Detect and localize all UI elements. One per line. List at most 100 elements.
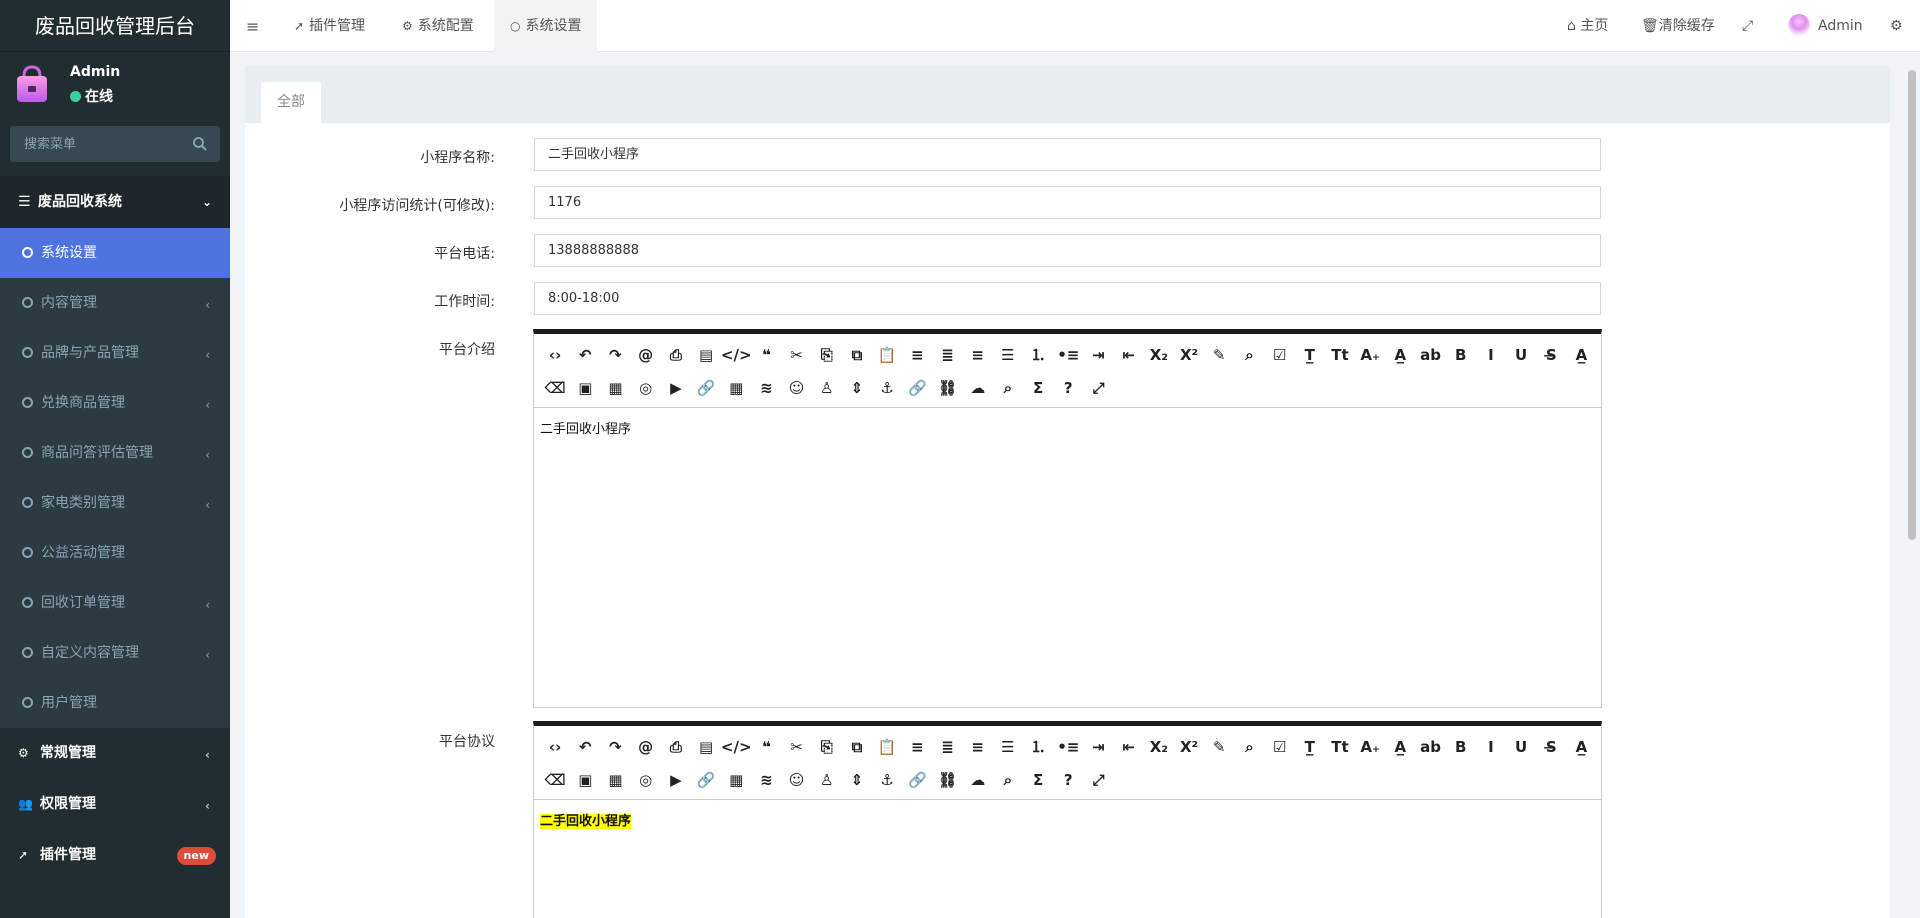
unordered-list-icon[interactable]: •≡ <box>1053 341 1083 369</box>
stamp-icon[interactable]: ♙ <box>812 766 842 794</box>
page-break-icon[interactable]: ⇕ <box>842 374 872 402</box>
paste-icon[interactable]: 📋 <box>872 733 902 761</box>
emoji-icon[interactable]: ☺ <box>782 766 812 794</box>
font-size-icon[interactable]: Tt <box>1325 733 1355 761</box>
copy-icon[interactable]: ⎘ <box>812 733 842 761</box>
align-right-icon[interactable]: ≡ <box>963 733 993 761</box>
search-icon[interactable]: ⌕ <box>993 374 1023 402</box>
page-scrollbar[interactable] <box>1908 66 1916 918</box>
sidebar-item-charity[interactable]: 公益活动管理 <box>0 528 230 578</box>
indent-icon[interactable]: ⇥ <box>1083 341 1113 369</box>
help-icon[interactable]: ? <box>1053 374 1083 402</box>
undo-icon[interactable]: ↶ <box>570 733 600 761</box>
images-icon[interactable]: ▦ <box>600 766 630 794</box>
unlink-icon[interactable]: ⛓ <box>932 766 962 794</box>
underline-icon[interactable]: U <box>1506 341 1536 369</box>
bold-icon[interactable]: B <box>1446 733 1476 761</box>
app-title[interactable]: 废品回收管理后台 <box>0 0 230 52</box>
underline-icon[interactable]: U <box>1506 733 1536 761</box>
italic-icon[interactable]: I <box>1476 341 1506 369</box>
link-alt-icon[interactable]: 🔗 <box>902 766 932 794</box>
anchor-mail-icon[interactable]: @ <box>631 733 661 761</box>
anchor-icon[interactable]: ⚓ <box>872 766 902 794</box>
table-icon[interactable]: ▦ <box>721 766 751 794</box>
cut-icon[interactable]: ✂ <box>782 733 812 761</box>
preview-icon[interactable]: ▤ <box>691 733 721 761</box>
image-icon[interactable]: ▣ <box>570 374 600 402</box>
sidebar-item-system-settings[interactable]: 系统设置 <box>0 228 230 278</box>
sidebar-item-qa-evaluation[interactable]: 商品问答评估管理 ‹ <box>0 428 230 478</box>
quote-icon[interactable]: ❝ <box>751 733 781 761</box>
formula-icon[interactable]: Σ <box>1023 766 1053 794</box>
align-left-icon[interactable]: ≡ <box>902 733 932 761</box>
unlink-icon[interactable]: ⛓ <box>932 374 962 402</box>
source-code-icon[interactable]: ‹› <box>540 733 570 761</box>
italic-icon[interactable]: I <box>1476 733 1506 761</box>
superscript-icon[interactable]: X² <box>1174 733 1204 761</box>
link-alt-icon[interactable]: 🔗 <box>902 374 932 402</box>
name-input[interactable]: 二手回收小程序 <box>534 138 1601 171</box>
home-link[interactable]: ⌂ 主页 <box>1567 0 1608 52</box>
quote-icon[interactable]: ❝ <box>751 341 781 369</box>
scroll-thumb[interactable] <box>1908 70 1916 540</box>
font-size-icon[interactable]: Tt <box>1325 341 1355 369</box>
find-replace-icon[interactable]: ⌕ <box>1234 341 1264 369</box>
sidebar-item-users[interactable]: 用户管理 <box>0 678 230 728</box>
horizontal-rule-icon[interactable]: ≋ <box>751 766 781 794</box>
images-icon[interactable]: ▦ <box>600 374 630 402</box>
align-justify-icon[interactable]: ☰ <box>993 733 1023 761</box>
indent-icon[interactable]: ⇥ <box>1083 733 1113 761</box>
code-icon[interactable]: </> <box>721 733 752 761</box>
ordered-list-icon[interactable]: ⒈ <box>1023 341 1053 369</box>
format-painter-icon[interactable]: ✎ <box>1204 341 1234 369</box>
fullscreen-button[interactable]: ⤢ <box>1742 0 1753 52</box>
title-icon[interactable]: T̲ <box>1295 733 1325 761</box>
outdent-icon[interactable]: ⇤ <box>1114 733 1144 761</box>
strikethrough-icon[interactable]: S̶ <box>1536 341 1566 369</box>
sidebar-item-exchange-goods[interactable]: 兑换商品管理 ‹ <box>0 378 230 428</box>
anchor-icon[interactable]: ⚓ <box>872 374 902 402</box>
duplicate-icon[interactable]: ⧉ <box>842 733 872 761</box>
video-icon[interactable]: ▶ <box>661 374 691 402</box>
align-justify-icon[interactable]: ☰ <box>993 341 1023 369</box>
media-icon[interactable]: ◎ <box>631 766 661 794</box>
bold-icon[interactable]: B <box>1446 341 1476 369</box>
checkbox-icon[interactable]: ☑ <box>1265 341 1295 369</box>
title-icon[interactable]: T̲ <box>1295 341 1325 369</box>
text-direction-icon[interactable]: A̲ <box>1566 341 1596 369</box>
tab-plugins[interactable]: ➚ 插件管理 <box>278 0 381 52</box>
eraser-icon[interactable]: ⌫ <box>540 766 570 794</box>
tab-system-config[interactable]: ⚙ 系统配置 <box>386 0 490 52</box>
print-icon[interactable]: ⎙ <box>661 341 691 369</box>
sidebar-item-content[interactable]: 内容管理 ‹ <box>0 278 230 328</box>
superscript-icon[interactable]: X² <box>1174 341 1204 369</box>
sidebar-item-plugins[interactable]: ➚ 插件管理 new <box>0 830 230 881</box>
eraser-icon[interactable]: ⌫ <box>540 374 570 402</box>
agreement-editor-body[interactable]: 二手回收小程序 <box>534 800 1601 839</box>
paste-icon[interactable]: 📋 <box>872 341 902 369</box>
horizontal-rule-icon[interactable]: ≋ <box>751 374 781 402</box>
strikethrough-icon[interactable]: S̶ <box>1536 733 1566 761</box>
user-menu[interactable]: Admin <box>1788 0 1863 52</box>
tab-system-settings[interactable]: ○ 系统设置 <box>494 0 598 52</box>
redo-icon[interactable]: ↷ <box>600 341 630 369</box>
table-icon[interactable]: ▦ <box>721 374 751 402</box>
redo-icon[interactable]: ↷ <box>600 733 630 761</box>
upload-icon[interactable]: ☁ <box>963 374 993 402</box>
upload-icon[interactable]: ☁ <box>963 766 993 794</box>
sidebar-item-permissions[interactable]: 👥 权限管理 ‹ <box>0 779 230 830</box>
tab-all[interactable]: 全部 <box>261 82 321 123</box>
image-icon[interactable]: ▣ <box>570 766 600 794</box>
source-code-icon[interactable]: ‹› <box>540 341 570 369</box>
emoji-icon[interactable]: ☺ <box>782 374 812 402</box>
subscript-icon[interactable]: X₂ <box>1144 733 1174 761</box>
find-replace-icon[interactable]: ⌕ <box>1234 733 1264 761</box>
stamp-icon[interactable]: ♙ <box>812 374 842 402</box>
line-height-icon[interactable]: A₊ <box>1355 733 1385 761</box>
clear-cache-button[interactable]: 🗑清除缓存 <box>1641 0 1715 52</box>
format-painter-icon[interactable]: ✎ <box>1204 733 1234 761</box>
copy-icon[interactable]: ⎘ <box>812 341 842 369</box>
align-center-icon[interactable]: ≣ <box>932 733 962 761</box>
media-icon[interactable]: ◎ <box>631 374 661 402</box>
hours-input[interactable]: 8:00-18:00 <box>534 282 1601 315</box>
